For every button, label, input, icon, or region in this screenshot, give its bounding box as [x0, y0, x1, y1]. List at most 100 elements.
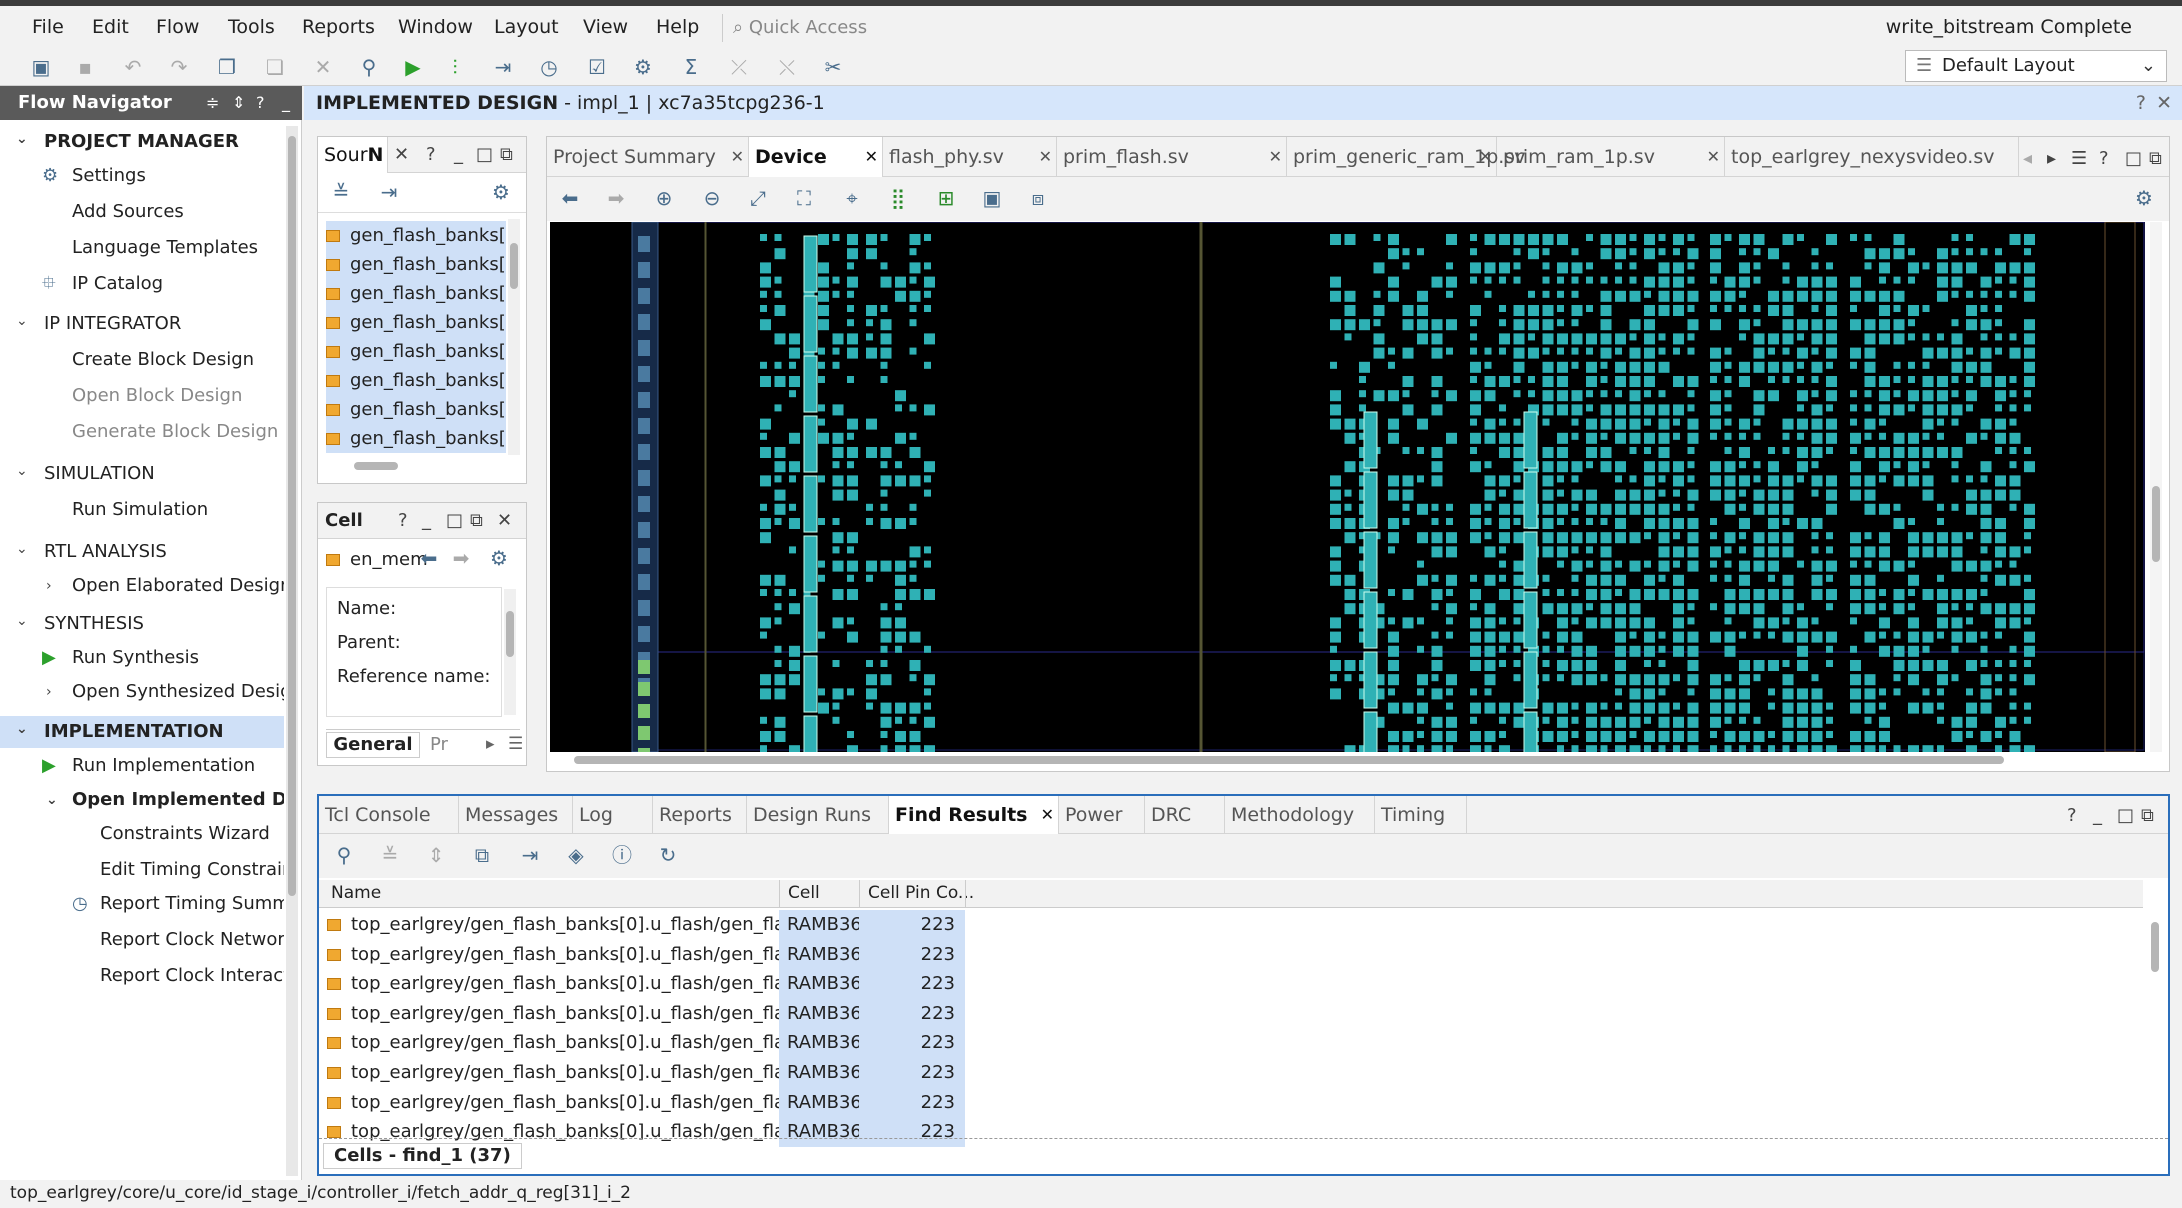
tab-scroll-right-icon[interactable]: ▸	[2047, 141, 2056, 177]
flow-nav-open-implemented-design[interactable]: ⌄Open Implemented Design	[0, 784, 284, 816]
sources-hscroll[interactable]	[324, 459, 506, 473]
tab-find-results[interactable]: Find Results ✕	[889, 796, 1059, 834]
table-row[interactable]: top_earlgrey/gen_flash_banks[0].u_flash/…	[319, 1028, 2143, 1058]
forward-arrow-icon[interactable]: ➡	[603, 185, 629, 211]
back-arrow-icon[interactable]: ⬅	[416, 545, 442, 571]
help-icon[interactable]: ?	[426, 137, 436, 173]
minimize-icon[interactable]: _	[2093, 798, 2102, 834]
tab-tcl-console[interactable]: Tcl Console	[319, 796, 459, 834]
tab-methodology[interactable]: Methodology	[1225, 796, 1375, 834]
table-row[interactable]: top_earlgrey/gen_flash_banks[0].u_flash/…	[319, 939, 2143, 970]
table-row[interactable]: top_earlgrey/gen_flash_banks[0].u_flash/…	[319, 910, 2143, 940]
flow-nav-settings[interactable]: ⚙ Settings	[0, 160, 284, 192]
chevron-down-icon[interactable]: ⌄	[16, 458, 28, 487]
redo-icon[interactable]: ↷	[166, 54, 192, 80]
save-icon[interactable]: ▪	[72, 54, 98, 80]
tab-scroll-left-icon[interactable]: ◂	[2023, 141, 2032, 177]
device-view-canvas[interactable]	[550, 222, 2145, 752]
flow-nav-ip-integrator[interactable]: ⌄ IP INTEGRATOR	[0, 308, 284, 340]
flow-nav-run-implementation[interactable]: ▶ Run Implementation	[0, 750, 284, 782]
flow-nav-report-clock-networks[interactable]: Report Clock Networks	[0, 924, 284, 956]
minimize-icon[interactable]: _	[282, 86, 290, 120]
chevron-down-icon[interactable]: ⌄	[16, 608, 28, 637]
chevron-down-icon[interactable]: ⌄	[16, 536, 28, 565]
tools-icon[interactable]: ✂	[820, 54, 846, 80]
tab-list-icon[interactable]: ☰	[2071, 141, 2087, 177]
flow-nav-project-manager[interactable]: ⌄ PROJECT MANAGER	[0, 126, 284, 158]
unroute-icon[interactable]: ⤬	[774, 54, 800, 80]
source-tree-item[interactable]: gen_flash_banks[0]	[326, 424, 506, 453]
close-icon[interactable]: ✕	[394, 137, 409, 173]
flow-nav-add-sources[interactable]: Add Sources	[0, 196, 284, 228]
settings-gear-icon[interactable]: ⚙	[488, 179, 514, 205]
zoom-fit-icon[interactable]: ⤢	[745, 185, 771, 211]
reset-run-icon[interactable]: ⇥	[490, 54, 516, 80]
undo-icon[interactable]: ↶	[120, 54, 146, 80]
export-icon[interactable]: ⇥	[517, 842, 543, 868]
run-step-icon[interactable]: ⫶	[442, 54, 468, 80]
tab-reports[interactable]: Reports	[653, 796, 747, 834]
tab-prim-flash-sv[interactable]: prim_flash.sv ✕	[1057, 137, 1287, 177]
menu-tools[interactable]: Tools	[228, 16, 275, 38]
zoom-selection-icon[interactable]: ⛶	[791, 185, 817, 211]
flow-nav-report-timing-summary[interactable]: ◷Report Timing Summary	[0, 888, 284, 920]
table-row[interactable]: top_earlgrey/gen_flash_banks[0].u_flash/…	[319, 1087, 2143, 1118]
select-icon[interactable]: ◈	[563, 842, 589, 868]
tab-design-runs[interactable]: Design Runs	[747, 796, 889, 834]
maximize-icon[interactable]: □	[446, 503, 463, 539]
flow-nav-generate-block-design[interactable]: Generate Block Design	[0, 416, 284, 448]
minimize-icon[interactable]: _	[422, 503, 431, 539]
flow-nav-simulation[interactable]: ⌄ SIMULATION	[0, 458, 284, 490]
source-tree-item[interactable]: gen_flash_banks[0]	[326, 366, 506, 395]
route-icon[interactable]: ⤫	[726, 54, 752, 80]
tab-scroll-right-icon[interactable]: ▸	[486, 734, 495, 754]
maximize-icon[interactable]: □	[2117, 798, 2134, 834]
refresh-icon[interactable]: ↻	[655, 842, 681, 868]
source-tree-item[interactable]: gen_flash_banks[0]	[326, 337, 506, 366]
menu-layout[interactable]: Layout	[494, 16, 559, 38]
close-icon[interactable]: ✕	[1041, 796, 1054, 834]
chevron-down-icon[interactable]: ⌄	[16, 716, 28, 745]
search-icon[interactable]: ⚲	[331, 842, 357, 868]
tab-prim-generic-ram-1p-sv[interactable]: prim_generic_ram_1p.sv ✕	[1287, 137, 1525, 177]
create-pblock-icon[interactable]: ⊞	[933, 185, 959, 211]
tab-top-earlgrey-nexysvideo-sv[interactable]: top_earlgrey_nexysvideo.sv	[1725, 137, 2019, 177]
delete-icon[interactable]: ✕	[310, 54, 336, 80]
menu-flow[interactable]: Flow	[156, 16, 199, 38]
close-icon[interactable]: ✕	[2156, 86, 2172, 120]
tab-device[interactable]: Device ✕	[749, 137, 883, 177]
report-icon[interactable]: ☑	[584, 54, 610, 80]
flow-nav-ip-catalog[interactable]: ⯐ IP Catalog	[0, 268, 284, 300]
tab-cells-find[interactable]: Cells - find_1 (37)	[323, 1143, 522, 1169]
timer-icon[interactable]: ◷	[536, 54, 562, 80]
tab-power[interactable]: Power	[1059, 796, 1145, 834]
help-icon[interactable]: ?	[256, 86, 265, 120]
menu-window[interactable]: Window	[398, 16, 473, 38]
help-icon[interactable]: ?	[2067, 798, 2077, 834]
flow-nav-create-block-design[interactable]: Create Block Design	[0, 344, 284, 376]
close-icon[interactable]: ✕	[1707, 137, 1720, 177]
close-icon[interactable]: ✕	[865, 137, 878, 177]
forward-arrow-icon[interactable]: ➡	[448, 545, 474, 571]
back-arrow-icon[interactable]: ⬅	[557, 185, 583, 211]
device-vscroll[interactable]	[2150, 222, 2162, 752]
tab-messages[interactable]: Messages	[459, 796, 573, 834]
flow-nav-synthesis[interactable]: ⌄ SYNTHESIS	[0, 608, 284, 640]
flow-nav-open-block-design[interactable]: Open Block Design	[0, 380, 284, 412]
menu-help[interactable]: Help	[656, 16, 699, 38]
table-row[interactable]: top_earlgrey/gen_flash_banks[0].u_flash/…	[319, 998, 2143, 1029]
flow-navigator-scrollbar[interactable]	[286, 126, 298, 1176]
flow-nav-implementation[interactable]: ⌄ IMPLEMENTATION	[0, 716, 284, 748]
flow-nav-rtl-analysis[interactable]: ⌄ RTL ANALYSIS	[0, 536, 284, 568]
device-hscroll[interactable]	[552, 752, 2148, 768]
col-cell-pin-count[interactable]: Cell Pin Co...	[859, 880, 974, 908]
tab-general[interactable]: General	[326, 732, 420, 758]
flow-nav-run-simulation[interactable]: Run Simulation	[0, 494, 284, 526]
sources-scrollbar[interactable]	[508, 219, 520, 455]
menu-view[interactable]: View	[583, 16, 628, 38]
tab-project-summary[interactable]: Project Summary ✕	[547, 137, 749, 177]
settings-gear-icon[interactable]: ⚙	[630, 54, 656, 80]
layers-icon[interactable]: ▣	[979, 185, 1005, 211]
menu-edit[interactable]: Edit	[92, 16, 129, 38]
settings-gear-icon[interactable]: ⚙	[2131, 185, 2157, 211]
